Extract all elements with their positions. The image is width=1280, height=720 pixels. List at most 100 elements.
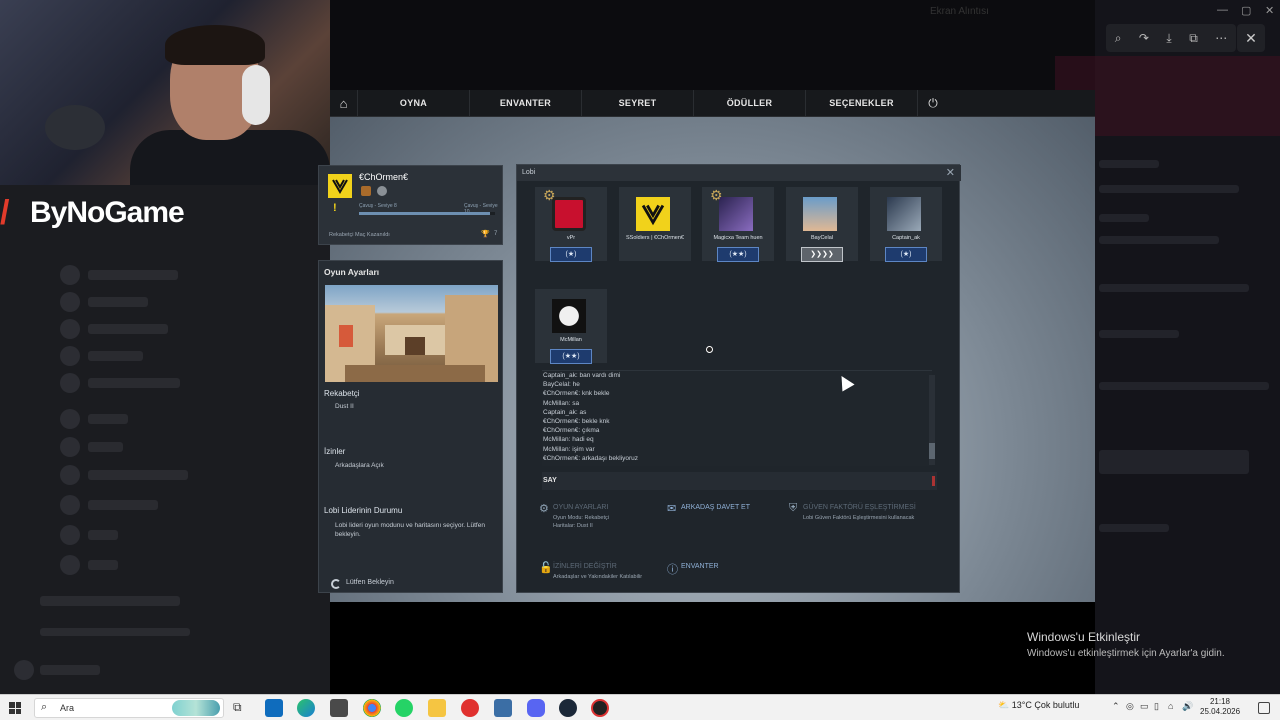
cursor-dot-icon xyxy=(706,346,713,353)
tray-overflow-icon[interactable]: ⌃ xyxy=(1112,701,1120,712)
game-top-nav: ⌂ OYNA ENVANTER SEYRET ÖDÜLLER SEÇENEKLE… xyxy=(330,90,1095,117)
discord-icon[interactable] xyxy=(527,699,545,717)
activate-title: Windows'u Etkinleştir xyxy=(1027,630,1140,644)
file-explorer-icon[interactable] xyxy=(428,699,446,717)
leader-status-label: Lobi Liderinin Durumu xyxy=(324,506,403,515)
search-highlight-art xyxy=(172,700,220,716)
activate-subtitle: Windows'u etkinleştirmek için Ayarlar'a … xyxy=(1027,648,1225,659)
lobby-close-icon[interactable]: ✕ xyxy=(946,166,955,179)
weather-text: 13°C Çok bulutlu xyxy=(1011,700,1080,710)
notification-icon[interactable] xyxy=(1258,702,1270,714)
task-view-icon[interactable]: ⧉ xyxy=(233,700,242,715)
current-rank-label: Çavuş - Seviye 8 xyxy=(359,203,397,209)
search-placeholder: Ara xyxy=(60,703,75,713)
player-name: BayCelal xyxy=(810,235,833,241)
coin-icon xyxy=(377,186,387,196)
chrome-icon[interactable] xyxy=(363,699,381,717)
gear-icon: ⚙ xyxy=(710,187,723,203)
permissions-value: Arkadaşlara Açık xyxy=(335,462,384,469)
tray-app-icon[interactable]: ◎ xyxy=(1126,701,1134,712)
battery-icon[interactable]: ▯ xyxy=(1154,701,1159,712)
chat-message: €ChOrmen€: knk bekle xyxy=(543,390,610,398)
chat-scrollbar-thumb[interactable] xyxy=(929,443,935,459)
say-label: SAY xyxy=(543,477,557,484)
chat-indicator xyxy=(932,476,935,486)
nav-rewards[interactable]: ÖDÜLLER xyxy=(694,90,806,117)
gear-icon: ⚙ xyxy=(539,503,549,515)
wins-label: Rekabetçi Maç Kazanıldı xyxy=(329,232,390,238)
nav-options[interactable]: SEÇENEKLER xyxy=(806,90,918,117)
player-avatar xyxy=(552,197,586,231)
power-icon[interactable]: ⏻ xyxy=(918,90,948,117)
rank-badge: (★) xyxy=(885,247,927,262)
trust-factor-sub: Lobi Güven Faktörü Eşleştirmesini kullan… xyxy=(803,515,915,521)
map-preview-image xyxy=(325,285,498,382)
viewer-toolbar: ⌕ ↷ ⤓ ⧉ ⋯ xyxy=(1106,24,1236,52)
open-external-icon[interactable]: ⧉ xyxy=(1189,31,1198,46)
outlook-icon[interactable] xyxy=(265,699,283,717)
lobby-panel: Lobi ✕ ⚙ vPr (★) SSoldiers | €ChOrmen€ ⚙… xyxy=(516,164,961,593)
rank-badge: (★★) xyxy=(550,349,592,364)
volume-icon[interactable]: 🔊 xyxy=(1182,701,1193,712)
whatsapp-icon[interactable] xyxy=(395,699,413,717)
lobby-player[interactable]: BayCelal ❯❯❯❯ xyxy=(782,185,860,285)
chat-log: Captain_ak: ban vardı dimi BayCelal: he … xyxy=(542,370,932,466)
chat-message: €ChOrmen€: çıkma xyxy=(543,427,600,435)
weather-icon: ⛅ xyxy=(998,700,1010,710)
chat-message: McMillan: hadi eq xyxy=(543,436,594,444)
steam-icon[interactable] xyxy=(559,699,577,717)
window-close-icon[interactable]: ✕ xyxy=(1265,4,1274,17)
store-icon[interactable] xyxy=(330,699,348,717)
clock-time[interactable]: 21:18 xyxy=(1200,697,1240,706)
download-icon[interactable]: ⤓ xyxy=(1166,31,1171,46)
chat-input[interactable]: SAY xyxy=(542,472,937,490)
share-icon[interactable]: ↷ xyxy=(1139,31,1149,45)
windows-start-icon[interactable] xyxy=(9,702,21,714)
player-avatar xyxy=(887,197,921,231)
lobby-player[interactable]: SSoldiers | €ChOrmen€ xyxy=(615,185,693,285)
mode-label: Rekabetçi xyxy=(324,389,360,398)
maximize-icon[interactable]: ▢ xyxy=(1241,4,1251,17)
taskbar-search[interactable]: ⌕ Ara xyxy=(34,698,224,718)
rank-progress-fill xyxy=(359,212,490,215)
network-icon[interactable]: ⌂ xyxy=(1168,701,1173,711)
nav-inventory[interactable]: ENVANTER xyxy=(470,90,582,117)
lobby-header: Lobi ✕ xyxy=(517,165,961,181)
clock-date[interactable]: 25.04.2026 xyxy=(1200,707,1240,716)
permissions-label: İzinler xyxy=(324,447,346,456)
home-icon[interactable]: ⌂ xyxy=(330,90,358,117)
nav-watch[interactable]: SEYRET xyxy=(582,90,694,117)
minimize-icon[interactable]: — xyxy=(1217,4,1228,16)
background-app-header: Ekran Alıntısı xyxy=(330,0,1095,90)
viewer-close-button[interactable]: ✕ xyxy=(1237,24,1265,52)
rank-badge: (★★) xyxy=(717,247,759,262)
profile-avatar xyxy=(328,174,352,198)
lobby-player[interactable]: Captain_ak (★) xyxy=(866,185,944,285)
game-settings-panel: Oyun Ayarları Rekabetçi Dust II İzinler … xyxy=(318,260,503,593)
leader-status-text: Lobi lideri oyun modunu ve haritasını se… xyxy=(335,522,485,538)
edge-icon[interactable] xyxy=(297,699,315,717)
chat-message: BayCelal: he xyxy=(543,381,580,389)
tray-display-icon[interactable]: ▭ xyxy=(1140,701,1149,712)
invite-friend-label: ARKADAŞ DAVET ET xyxy=(681,504,750,511)
streamer-hair xyxy=(165,25,265,65)
more-icon[interactable]: ⋯ xyxy=(1215,31,1227,45)
chat-message: McMillan: sa xyxy=(543,399,580,407)
lobby-player[interactable]: ⚙ Magicxa Team huen (★★) xyxy=(698,185,776,285)
settings-title: Oyun Ayarları xyxy=(324,267,380,277)
weather-widget[interactable]: ⛅ 13°C Çok bulutlu xyxy=(998,700,1079,711)
brand-text: ByNoGame xyxy=(30,196,185,229)
opera-icon[interactable] xyxy=(461,699,479,717)
player-name: McMillan xyxy=(560,337,582,343)
zoom-icon[interactable]: ⌕ xyxy=(1115,31,1122,46)
recorder-icon[interactable] xyxy=(591,699,609,717)
app-icon[interactable] xyxy=(494,699,512,717)
profile-card[interactable]: €ChOrmen€ ! Çavuş - Seviye 8 Çavuş - Sev… xyxy=(318,165,503,245)
lobby-player[interactable]: ⚙ vPr (★) xyxy=(531,185,609,285)
player-name: Magicxa Team huen xyxy=(713,235,763,241)
player-avatar xyxy=(552,299,586,333)
nav-play[interactable]: OYNA xyxy=(358,90,470,117)
headphone-shape xyxy=(242,65,270,125)
game-settings-action-label: OYUN AYARLARI xyxy=(553,504,609,511)
brand-logo: / ByNoGame xyxy=(0,188,185,238)
